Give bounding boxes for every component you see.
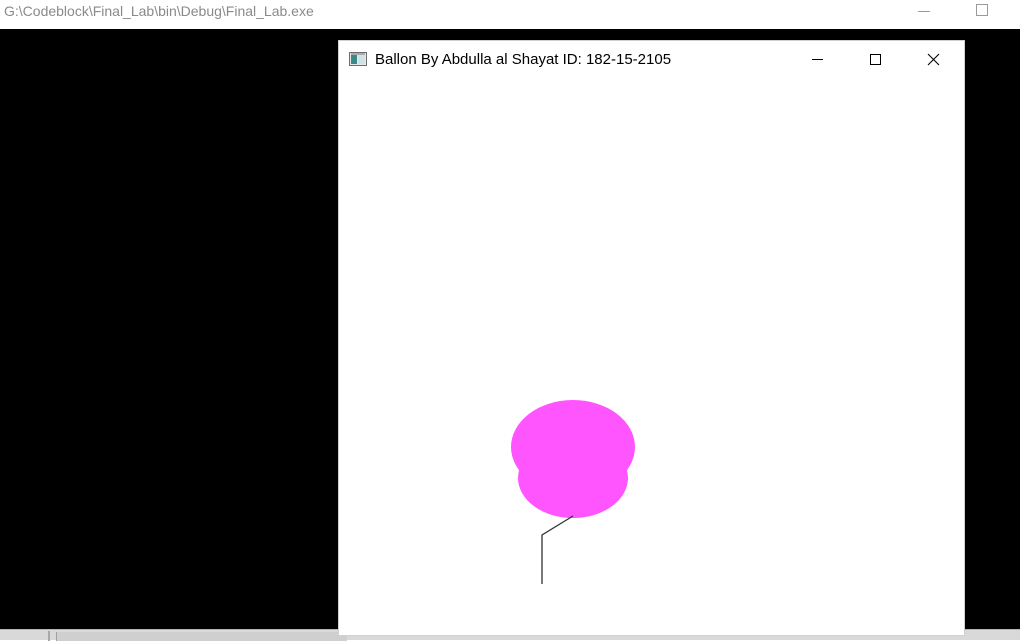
close-button[interactable]	[904, 41, 962, 78]
maximize-icon	[870, 54, 881, 65]
minimize-icon	[812, 59, 823, 60]
console-minimize-button[interactable]	[912, 2, 936, 22]
balloon	[511, 400, 635, 518]
opengl-window-icon	[349, 52, 367, 66]
balloon-bottom	[518, 438, 628, 518]
balloon-string	[541, 515, 574, 584]
balloon-window-titlebar[interactable]: Ballon By Abdulla al Shayat ID: 182-15-2…	[339, 41, 964, 78]
opengl-canvas[interactable]	[339, 78, 964, 635]
balloon-window-title: Ballon By Abdulla al Shayat ID: 182-15-2…	[375, 51, 672, 68]
maximize-button[interactable]	[846, 41, 904, 78]
minimize-button[interactable]	[788, 41, 846, 78]
console-titlebar[interactable]: G:\Codeblock\Final_Lab\bin\Debug\Final_L…	[0, 0, 1020, 29]
balloon-scene	[511, 400, 635, 584]
close-icon	[927, 53, 940, 66]
console-title: G:\Codeblock\Final_Lab\bin\Debug\Final_L…	[4, 3, 314, 19]
console-maximize-button[interactable]	[970, 2, 994, 22]
balloon-window: Ballon By Abdulla al Shayat ID: 182-15-2…	[339, 41, 964, 635]
